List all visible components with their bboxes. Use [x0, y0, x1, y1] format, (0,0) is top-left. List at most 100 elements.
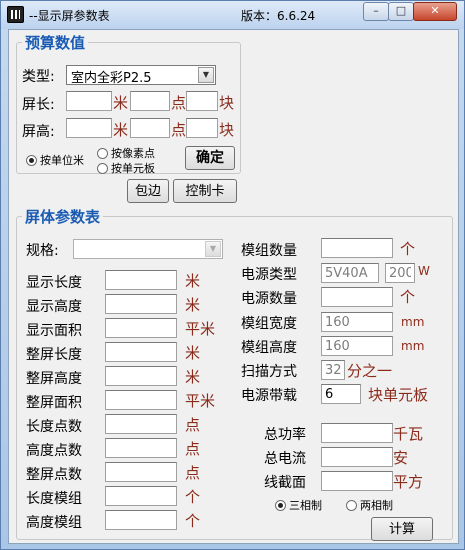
full-height-input[interactable] [105, 366, 177, 386]
radio-by-module[interactable]: 按单元板 [97, 160, 155, 176]
display-height-label: 显示高度 [26, 299, 82, 315]
full-area-input[interactable] [105, 390, 177, 410]
height-modules-input[interactable] [105, 510, 177, 530]
unit-meter: 米 [113, 94, 129, 112]
length-modules-label: 长度模组 [26, 491, 82, 507]
close-button[interactable]: ✕ [413, 2, 457, 21]
radio-by-meter-label: 按单位米 [40, 154, 84, 167]
display-area-input[interactable] [105, 318, 177, 338]
radio-by-meter[interactable]: 按单位米 [26, 152, 84, 168]
psu-type-input[interactable] [321, 263, 379, 283]
display-length-unit: 米 [185, 272, 201, 290]
spec-select[interactable]: ▼ [73, 239, 223, 259]
psu-load-unit: 块单元板 [368, 386, 429, 404]
radio-dot [275, 500, 286, 511]
version-label: 版本：6.6.24 [241, 9, 316, 23]
height-dots-input[interactable] [105, 438, 177, 458]
total-dots-label: 整屏点数 [26, 467, 82, 483]
radio-dot [97, 148, 108, 159]
radio-two-phase[interactable]: 两相制 [346, 497, 393, 513]
unit-dot: 点 [171, 121, 187, 139]
psu-count-input[interactable] [321, 287, 393, 307]
unit-dot: 点 [171, 94, 187, 112]
psu-load-input[interactable] [321, 384, 361, 404]
wrap-edge-button[interactable]: 包边 [127, 179, 169, 203]
control-card-button[interactable]: 控制卡 [173, 179, 237, 203]
app-window: --显示屏参数表 版本：6.6.24 – □ ✕ 预算数值 类型: 室内全彩P2… [0, 0, 465, 550]
psu-load-label: 电源带载 [241, 388, 297, 404]
screen-height-block-input[interactable] [186, 118, 218, 138]
total-power-input[interactable] [321, 423, 393, 443]
chevron-down-icon[interactable]: ▼ [205, 241, 221, 257]
screen-width-meter-input[interactable] [66, 91, 112, 111]
height-dots-label: 高度点数 [26, 443, 82, 459]
wire-section-input[interactable] [321, 471, 393, 491]
screen-width-label: 屏长: [22, 97, 55, 113]
full-height-label: 整屏高度 [26, 371, 82, 387]
display-length-label: 显示长度 [26, 275, 82, 291]
confirm-button[interactable]: 确定 [185, 146, 235, 170]
length-dots-unit: 点 [185, 416, 201, 434]
total-current-input[interactable] [321, 447, 393, 467]
chevron-down-icon[interactable]: ▼ [198, 67, 214, 83]
radio-three-phase-label: 三相制 [289, 499, 322, 512]
module-width-label: 模组宽度 [241, 316, 297, 332]
radio-dot [346, 500, 357, 511]
total-current-label: 总电流 [264, 451, 306, 467]
full-length-label: 整屏长度 [26, 347, 82, 363]
total-power-unit: 千瓦 [393, 425, 424, 443]
spec-label: 规格: [26, 243, 59, 259]
budget-group-title: 预算数值 [22, 32, 89, 53]
screen-width-dot-input[interactable] [130, 91, 170, 111]
psu-type-label: 电源类型 [241, 267, 297, 283]
screen-height-label: 屏高: [22, 124, 55, 140]
height-modules-unit: 个 [185, 512, 201, 530]
screen-width-block-input[interactable] [186, 91, 218, 111]
length-modules-unit: 个 [185, 488, 201, 506]
maximize-icon: □ [395, 4, 407, 17]
client-area: 预算数值 类型: 室内全彩P2.5 ▼ 屏长: 米 点 块 屏高: 米 点 块 … [8, 29, 459, 544]
scan-mode-input[interactable] [321, 360, 345, 380]
type-select[interactable]: 室内全彩P2.5 ▼ [66, 65, 216, 86]
total-dots-unit: 点 [185, 464, 201, 482]
screen-params-group-title: 屏体参数表 [22, 206, 104, 227]
psu-watt-unit: W [418, 264, 430, 278]
display-area-label: 显示面积 [26, 323, 82, 339]
display-area-unit: 平米 [185, 320, 216, 338]
unit-meter: 米 [113, 121, 129, 139]
display-height-input[interactable] [105, 294, 177, 314]
minimize-icon: – [373, 4, 379, 17]
module-width-input[interactable] [321, 312, 393, 332]
height-modules-label: 高度模组 [26, 515, 82, 531]
minimize-button[interactable]: – [363, 2, 389, 21]
module-count-unit: 个 [400, 240, 416, 258]
total-current-unit: 安 [393, 449, 409, 467]
type-select-value: 室内全彩P2.5 [71, 71, 152, 86]
module-height-input[interactable] [321, 336, 393, 356]
maximize-button[interactable]: □ [388, 2, 414, 21]
full-length-unit: 米 [185, 344, 201, 362]
screen-height-dot-input[interactable] [130, 118, 170, 138]
display-length-input[interactable] [105, 270, 177, 290]
full-length-input[interactable] [105, 342, 177, 362]
scan-mode-unit: 分之一 [347, 362, 393, 380]
wire-section-unit: 平方 [393, 473, 424, 491]
calculate-button[interactable]: 计算 [371, 517, 433, 541]
full-area-label: 整屏面积 [26, 395, 82, 411]
radio-dot [97, 163, 108, 174]
module-count-input[interactable] [321, 238, 393, 258]
close-icon: ✕ [430, 4, 440, 17]
psu-watt-input[interactable] [385, 263, 415, 283]
screen-height-meter-input[interactable] [66, 118, 112, 138]
length-modules-input[interactable] [105, 486, 177, 506]
module-count-label: 模组数量 [241, 243, 297, 259]
radio-three-phase[interactable]: 三相制 [275, 497, 322, 513]
module-height-unit: mm [401, 339, 425, 353]
radio-by-pixel[interactable]: 按像素点 [97, 145, 155, 161]
wire-section-label: 线截面 [264, 475, 306, 491]
length-dots-input[interactable] [105, 414, 177, 434]
title-bar[interactable]: --显示屏参数表 版本：6.6.24 – □ ✕ [1, 1, 464, 29]
total-dots-input[interactable] [105, 462, 177, 482]
height-dots-unit: 点 [185, 440, 201, 458]
type-label: 类型: [22, 69, 55, 85]
